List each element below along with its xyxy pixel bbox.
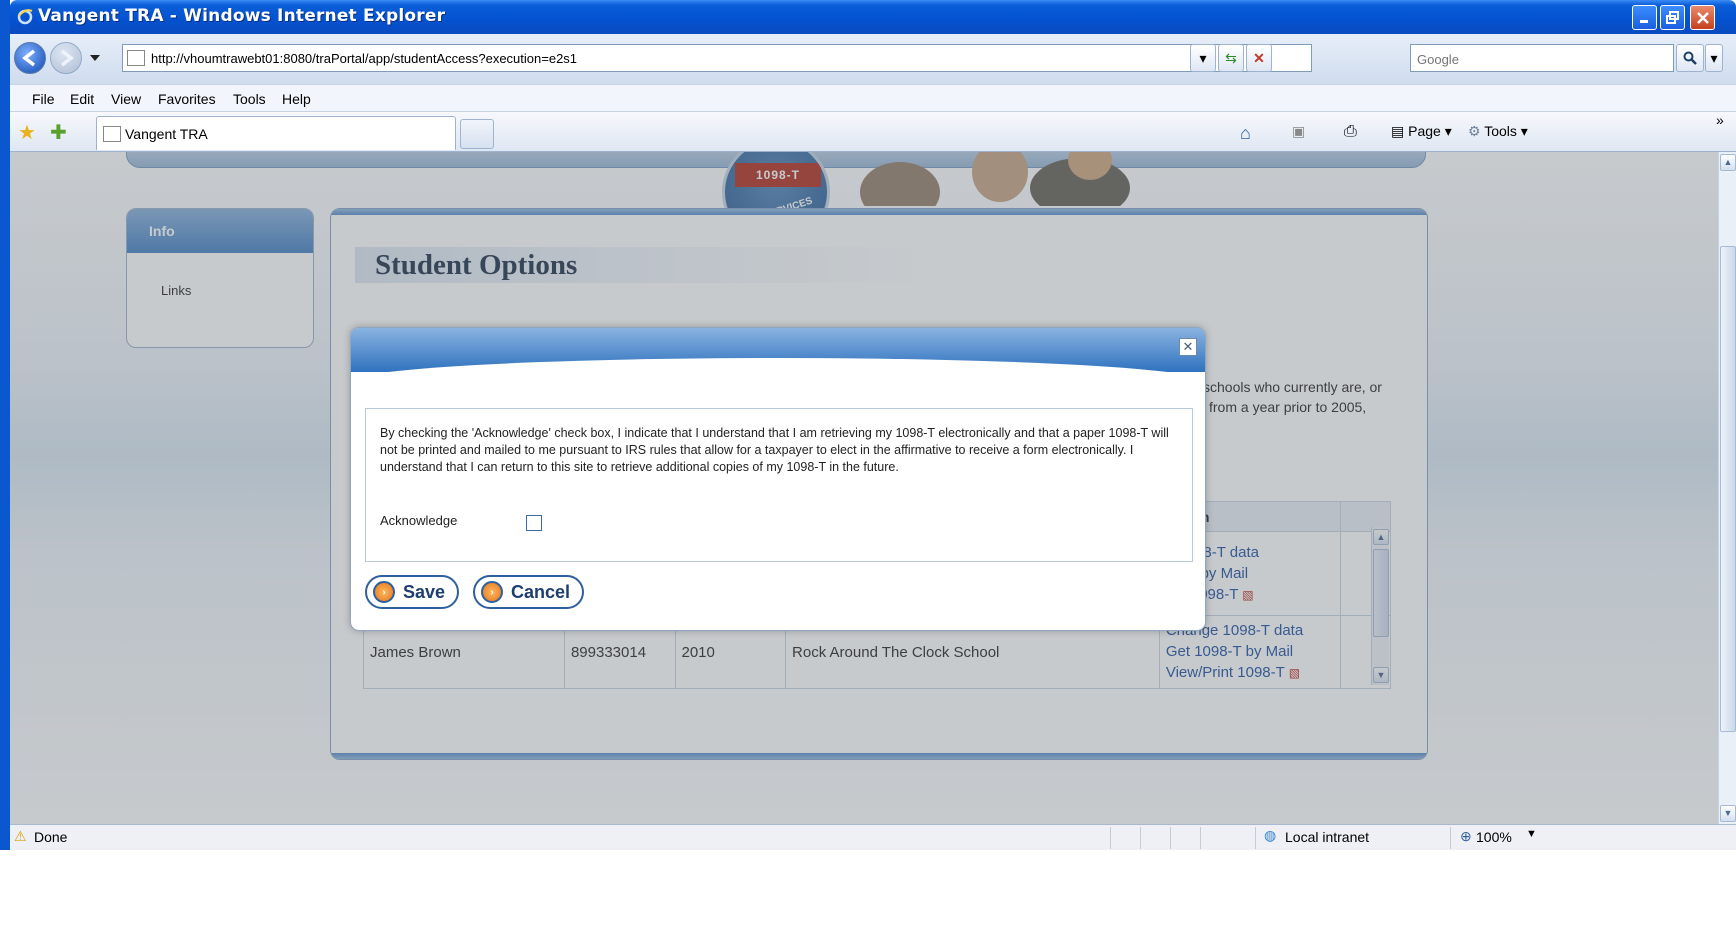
page-content: 1098-T SERVICES Info Links Student Optio… — [10, 152, 1718, 824]
zoom-level[interactable]: 100% — [1476, 829, 1512, 845]
search-button[interactable] — [1676, 44, 1704, 72]
print-icon[interactable]: ⎙ — [1344, 123, 1357, 141]
add-favorites-icon[interactable]: ✚ — [50, 120, 67, 145]
acknowledge-text: By checking the 'Acknowledge' check box,… — [380, 426, 1169, 474]
cancel-label: Cancel — [511, 581, 571, 602]
recent-pages-dropdown-icon[interactable] — [90, 55, 100, 63]
dialog-close-button[interactable]: ✕ — [1179, 338, 1197, 356]
back-button[interactable] — [14, 42, 46, 74]
acknowledge-checkbox[interactable] — [526, 515, 542, 531]
stop-icon: ✕ — [1253, 49, 1265, 66]
cancel-button[interactable]: › Cancel — [473, 575, 585, 609]
tab-bar: ★ ✚ Vangent TRA ⌂ ▣ ⎙ ▤ Page ▾ ⚙ Tools ▾… — [10, 112, 1736, 152]
zoom-dropdown-icon[interactable]: ▼ — [1526, 828, 1537, 840]
overflow-chevron-icon[interactable]: » — [1716, 112, 1724, 128]
browser-window: Vangent TRA - Windows Internet Explorer … — [10, 0, 1736, 935]
page-menu-label: Page — [1408, 123, 1441, 139]
menu-file[interactable]: File — [32, 91, 55, 107]
menu-view[interactable]: View — [111, 91, 141, 107]
chevron-down-icon: ▾ — [1710, 49, 1718, 66]
close-icon: ✕ — [1182, 339, 1194, 354]
tab-vangent-tra[interactable]: Vangent TRA — [96, 116, 456, 150]
scroll-down-icon[interactable]: ▼ — [1720, 805, 1736, 822]
forward-arrow-icon — [60, 49, 74, 67]
save-label: Save — [403, 581, 446, 602]
url-dropdown-button[interactable]: ▾ — [1190, 44, 1216, 72]
chevron-down-icon: ▾ — [1199, 49, 1207, 66]
search-icon — [1683, 51, 1697, 65]
arrow-circle-icon: › — [373, 581, 395, 603]
window-title: Vangent TRA - Windows Internet Explorer — [38, 6, 446, 26]
url-field[interactable] — [122, 44, 1312, 72]
back-arrow-icon — [22, 49, 36, 67]
ie-logo-icon — [17, 9, 33, 25]
restore-icon — [1665, 10, 1679, 24]
dialog-header-curve — [351, 358, 1205, 382]
status-text: Done — [34, 829, 68, 845]
tools-menu-label: Tools — [1484, 123, 1517, 139]
scroll-thumb[interactable] — [1720, 246, 1736, 732]
arrow-circle-icon: › — [481, 581, 503, 603]
warning-icon: ⚠ — [14, 828, 27, 844]
menu-edit[interactable]: Edit — [70, 91, 94, 107]
blank-area — [0, 850, 1736, 935]
page-favicon-icon — [127, 50, 145, 66]
status-bar: ⚠ Done ◍ Local intranet ⊕ 100% ▼ — [10, 824, 1736, 850]
search-options-button[interactable]: ▾ — [1705, 44, 1723, 72]
refresh-icon: ⇆ — [1225, 49, 1237, 66]
save-button[interactable]: › Save — [365, 575, 460, 609]
menu-favorites[interactable]: Favorites — [158, 91, 216, 107]
intranet-globe-icon: ◍ — [1264, 827, 1277, 843]
tab-label: Vangent TRA — [125, 126, 208, 142]
acknowledge-label: Acknowledge — [380, 513, 458, 528]
page-icon: ▤ — [1391, 123, 1409, 139]
page-menu[interactable]: ▤ Page ▾ — [1391, 123, 1452, 140]
address-toolbar: ▾ ⇆ ✕ ▾ — [10, 34, 1736, 84]
menu-bar: File Edit View Favorites Tools Help — [10, 84, 1736, 112]
refresh-button[interactable]: ⇆ — [1218, 44, 1244, 72]
page-scrollbar[interactable]: ▲ ▼ — [1718, 152, 1736, 824]
favorites-star-icon[interactable]: ★ — [18, 120, 36, 145]
url-input[interactable] — [151, 48, 1151, 68]
stop-button[interactable]: ✕ — [1246, 44, 1272, 72]
search-input[interactable] — [1417, 49, 1657, 69]
new-tab-button[interactable] — [460, 119, 494, 149]
forward-button[interactable] — [50, 42, 82, 74]
security-zone: Local intranet — [1285, 829, 1370, 845]
acknowledge-box: By checking the 'Acknowledge' check box,… — [365, 408, 1193, 562]
minimize-icon — [1639, 19, 1648, 23]
gear-icon: ⚙ — [1468, 123, 1485, 139]
close-icon — [1696, 11, 1709, 24]
minimize-button[interactable] — [1632, 5, 1657, 30]
search-field[interactable] — [1410, 44, 1674, 72]
scroll-up-icon[interactable]: ▲ — [1720, 154, 1736, 171]
menu-tools[interactable]: Tools — [233, 91, 266, 107]
menu-help[interactable]: Help — [282, 91, 311, 107]
feeds-icon[interactable]: ▣ — [1292, 123, 1305, 140]
restore-button[interactable] — [1660, 5, 1685, 30]
window-left-edge — [0, 0, 10, 850]
title-bar: Vangent TRA - Windows Internet Explorer — [10, 0, 1736, 34]
acknowledge-dialog: ✕ By checking the 'Acknowledge' check bo… — [350, 327, 1206, 631]
zoom-icon[interactable]: ⊕ — [1460, 828, 1472, 845]
tab-favicon-icon — [103, 126, 121, 142]
dialog-header — [351, 328, 1205, 382]
home-icon[interactable]: ⌂ — [1240, 123, 1251, 144]
close-window-button[interactable] — [1690, 5, 1715, 30]
tools-menu[interactable]: ⚙ Tools ▾ — [1468, 123, 1528, 140]
